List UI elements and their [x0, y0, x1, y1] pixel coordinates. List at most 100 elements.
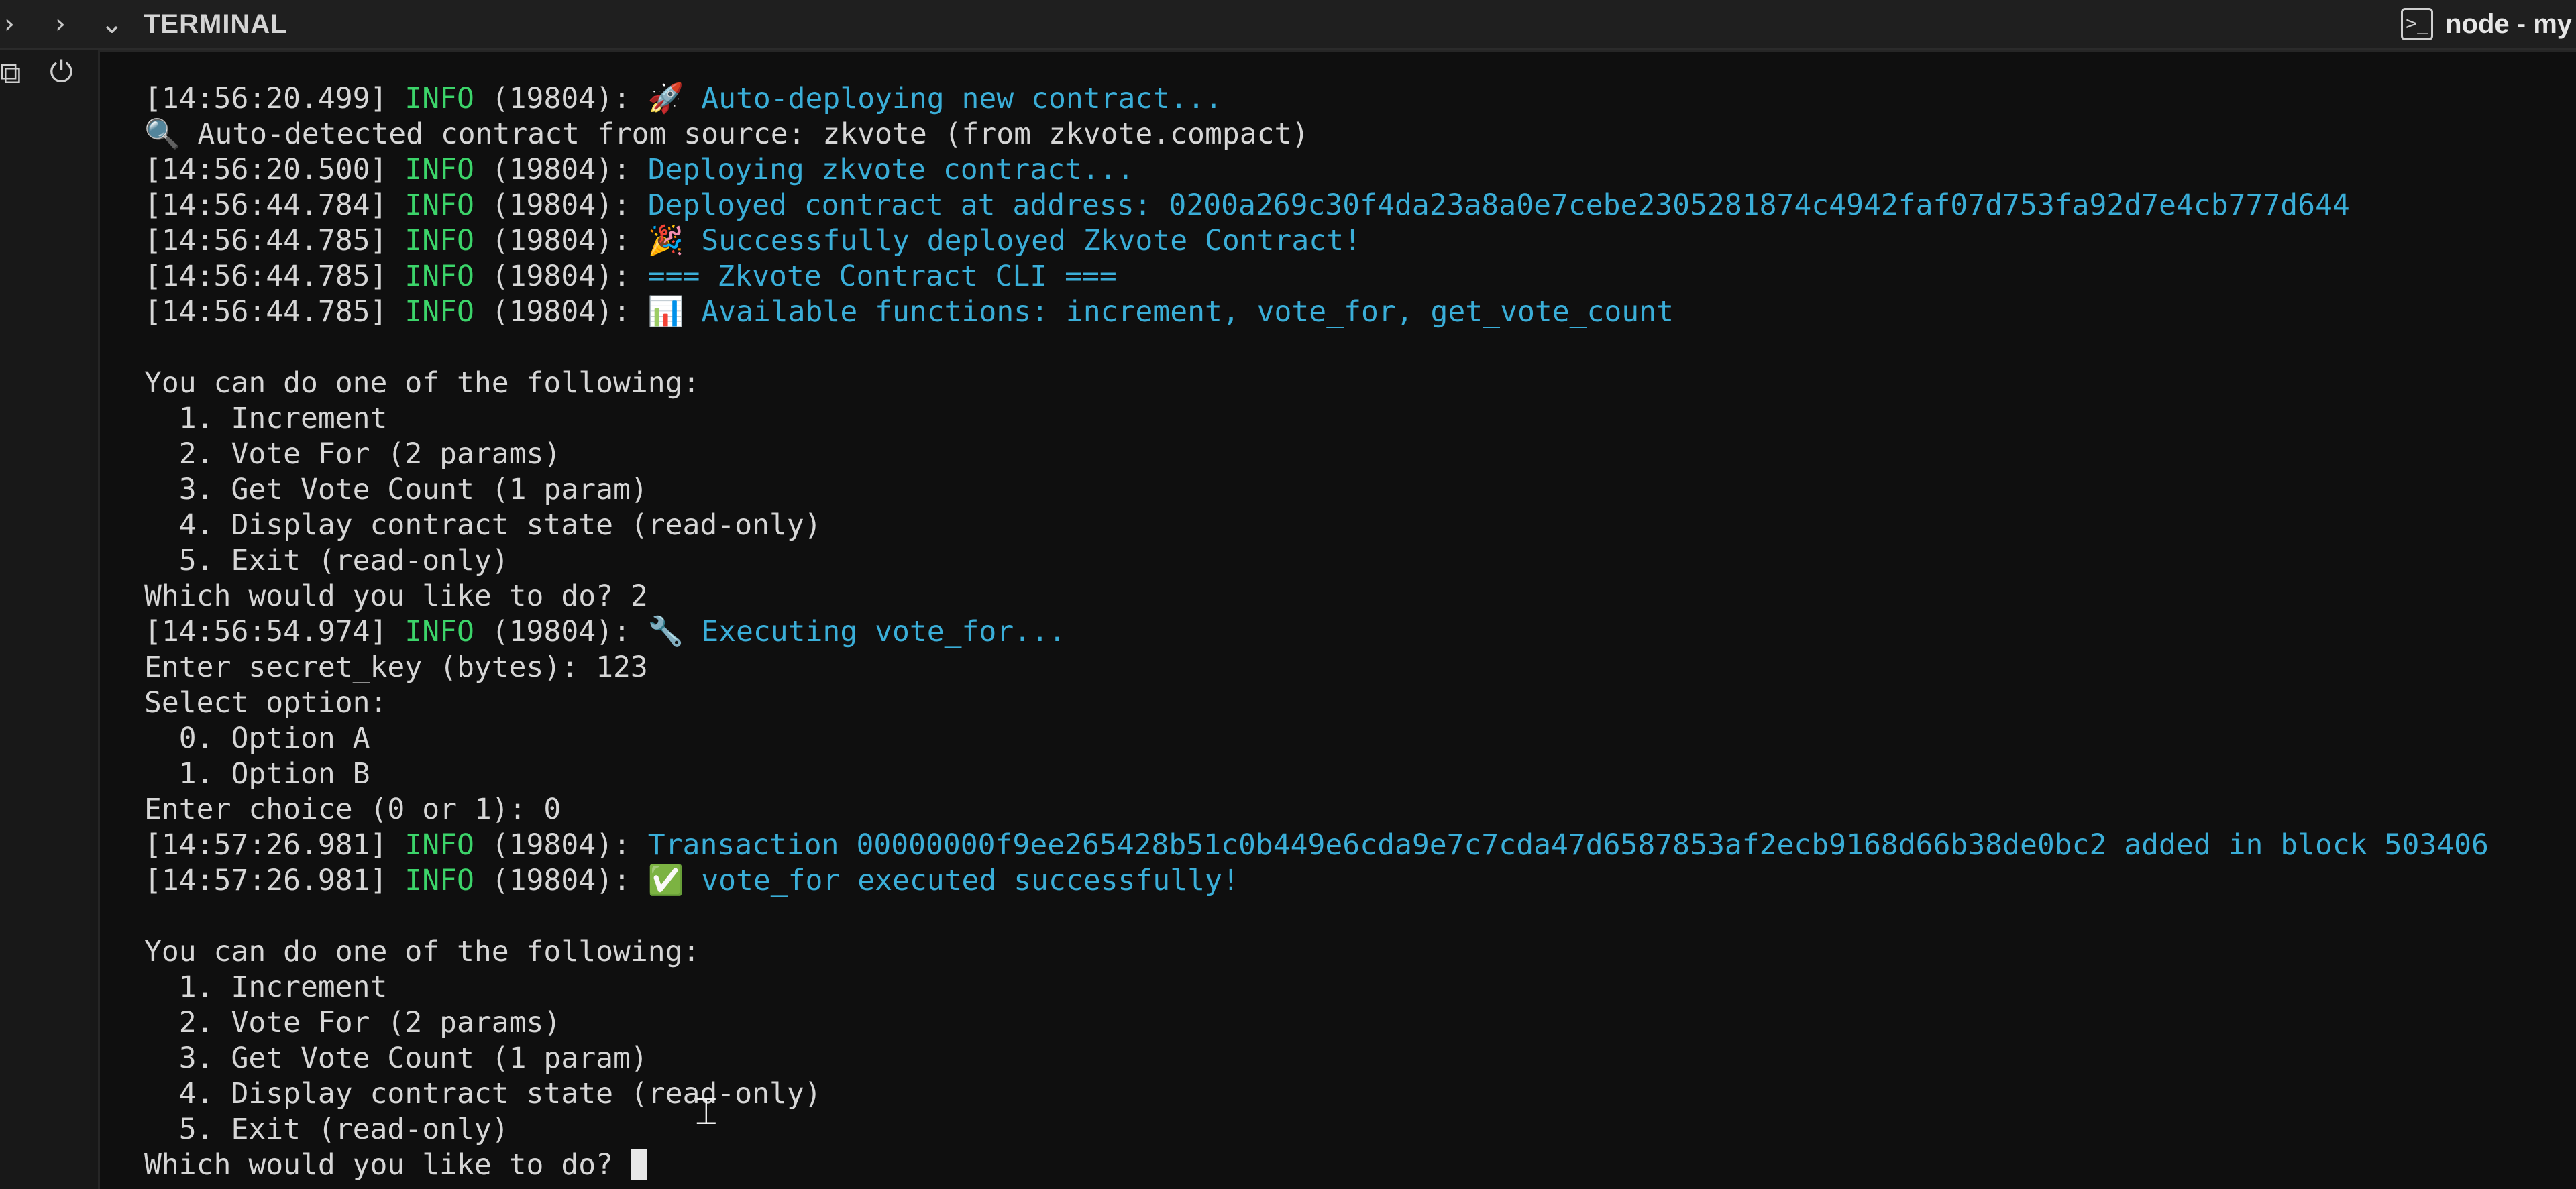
mouse-ibeam-cursor: ⌶	[695, 1090, 718, 1133]
terminal-text: 5. Exit (read-only)	[144, 544, 509, 577]
chevron-right-icon[interactable]: ›	[55, 5, 66, 43]
log-timestamp: [14:56:20.500]	[144, 153, 388, 186]
log-message: Executing vote_for...	[701, 615, 1066, 648]
terminal-text: Enter secret_key (bytes): 123	[144, 650, 648, 684]
terminal-line: [14:57:26.981] INFO (19804): Transaction…	[144, 828, 2489, 863]
log-emoji-icon: 🚀	[647, 82, 684, 115]
terminal-line: 0. Option A	[144, 721, 2489, 756]
log-level: INFO	[405, 864, 474, 897]
log-pid: (19804):	[491, 615, 631, 648]
terminal-text: Enter choice (0 or 1): 0	[144, 793, 561, 826]
terminal-text: You can do one of the following:	[144, 366, 700, 400]
log-level: INFO	[405, 260, 474, 293]
terminal-line: 🔍 Auto-detected contract from source: zk…	[144, 117, 2489, 152]
panel-title[interactable]: TERMINAL	[144, 7, 288, 42]
terminal-text: 5. Exit (read-only)	[144, 1113, 509, 1146]
panel-header: › › ⌄ TERMINAL >_ node - my	[0, 0, 2576, 50]
terminal-text: 2. Vote For (2 params)	[144, 437, 561, 471]
terminal-line: [14:56:44.784] INFO (19804): Deployed co…	[144, 188, 2489, 223]
terminal-line: 4. Display contract state (read-only)	[144, 508, 2489, 543]
terminal-sidebar: ⧉ ⏻	[0, 50, 94, 1189]
terminal-line: [14:56:20.499] INFO (19804): 🚀 Auto-depl…	[144, 81, 2489, 117]
terminal-text: 1. Increment	[144, 402, 388, 435]
log-emoji-icon: 📊	[647, 295, 684, 329]
terminal-line: 5. Exit (read-only)	[144, 1112, 2489, 1147]
terminal-line: 3. Get Vote Count (1 param)	[144, 472, 2489, 508]
terminal-line: [14:56:20.500] INFO (19804): Deploying z…	[144, 152, 2489, 188]
terminal-text: 1. Increment	[144, 970, 388, 1004]
terminal-line: 5. Exit (read-only)	[144, 543, 2489, 579]
terminal-tab[interactable]: >_ node - my	[2401, 4, 2576, 44]
log-timestamp: [14:56:20.499]	[144, 82, 388, 115]
terminal-text: 4. Display contract state (read-only)	[144, 1077, 822, 1111]
log-message: Available functions: increment, vote_for…	[701, 295, 1674, 329]
terminal-view[interactable]: [14:56:20.499] INFO (19804): 🚀 Auto-depl…	[98, 50, 2576, 1189]
terminal-text: 🔍 Auto-detected contract from source: zk…	[144, 117, 1309, 151]
terminal-line: [14:56:54.974] INFO (19804): 🔧 Executing…	[144, 614, 2489, 650]
terminal-line: [14:56:44.785] INFO (19804): 📊 Available…	[144, 294, 2489, 330]
remote-explorer-icon[interactable]: ⧉	[0, 56, 21, 91]
log-pid: (19804):	[491, 153, 631, 186]
log-message: Deployed contract at address: 0200a269c3…	[647, 188, 2350, 222]
log-timestamp: [14:56:44.784]	[144, 188, 388, 222]
terminal-icon: >_	[2401, 8, 2434, 40]
terminal-line: [14:57:26.981] INFO (19804): ✅ vote_for …	[144, 863, 2489, 899]
terminal-line: 3. Get Vote Count (1 param)	[144, 1041, 2489, 1076]
log-level: INFO	[405, 615, 474, 648]
log-message: Successfully deployed Zkvote Contract!	[701, 224, 1361, 258]
log-message: Auto-deploying new contract...	[701, 82, 1222, 115]
log-level: INFO	[405, 188, 474, 222]
terminal-line: 1. Option B	[144, 756, 2489, 792]
log-level: INFO	[405, 153, 474, 186]
log-timestamp: [14:56:44.785]	[144, 295, 388, 329]
log-level: INFO	[405, 295, 474, 329]
terminal-text: 0. Option A	[144, 722, 370, 755]
terminal-prompt-line[interactable]: Which would you like to do?	[144, 1147, 2489, 1183]
log-pid: (19804):	[491, 260, 631, 293]
log-emoji-icon: 🔧	[647, 615, 684, 648]
log-message: Deploying zkvote contract...	[647, 153, 1134, 186]
log-level: INFO	[405, 82, 474, 115]
log-timestamp: [14:56:54.974]	[144, 615, 388, 648]
log-timestamp: [14:57:26.981]	[144, 864, 388, 897]
terminal-text: 3. Get Vote Count (1 param)	[144, 473, 648, 506]
terminal-text: 3. Get Vote Count (1 param)	[144, 1041, 648, 1075]
log-timestamp: [14:56:44.785]	[144, 224, 388, 258]
terminal-text: 4. Display contract state (read-only)	[144, 508, 822, 542]
log-message: vote_for executed successfully!	[701, 864, 1240, 897]
terminal-text: 2. Vote For (2 params)	[144, 1006, 561, 1039]
terminal-prompt: Which would you like to do?	[144, 1148, 631, 1182]
log-emoji-icon: 🎉	[647, 224, 684, 258]
chevron-right-icon[interactable]: ›	[4, 5, 15, 43]
terminal-line: 2. Vote For (2 params)	[144, 1005, 2489, 1041]
terminal-line: [14:56:44.785] INFO (19804): 🎉 Successfu…	[144, 223, 2489, 259]
terminal-text: Select option:	[144, 686, 388, 720]
log-level: INFO	[405, 224, 474, 258]
log-timestamp: [14:56:44.785]	[144, 260, 388, 293]
log-pid: (19804):	[491, 864, 631, 897]
terminal-text: Which would you like to do? 2	[144, 579, 648, 613]
log-level: INFO	[405, 828, 474, 862]
text-cursor	[630, 1149, 647, 1180]
terminal-line: 2. Vote For (2 params)	[144, 437, 2489, 472]
terminal-line: Enter secret_key (bytes): 123	[144, 650, 2489, 685]
terminal-text: 1. Option B	[144, 757, 370, 791]
log-pid: (19804):	[491, 828, 631, 862]
log-timestamp: [14:57:26.981]	[144, 828, 388, 862]
terminal-line: You can do one of the following:	[144, 934, 2489, 970]
log-pid: (19804):	[491, 82, 631, 115]
log-pid: (19804):	[491, 295, 631, 329]
log-emoji-icon: ✅	[647, 864, 684, 897]
terminal-line: 1. Increment	[144, 970, 2489, 1005]
terminal-line: [14:56:44.785] INFO (19804): === Zkvote …	[144, 259, 2489, 294]
log-message: Transaction 00000000f9ee265428b51c0b449e…	[647, 828, 2489, 862]
terminal-line: You can do one of the following:	[144, 365, 2489, 401]
log-pid: (19804):	[491, 188, 631, 222]
plug-icon[interactable]: ⏻	[50, 55, 73, 90]
terminal-tab-label: node - my	[2445, 9, 2572, 39]
chevron-down-icon[interactable]: ⌄	[101, 5, 123, 43]
terminal-line: 1. Increment	[144, 401, 2489, 437]
terminal-text: You can do one of the following:	[144, 935, 700, 968]
